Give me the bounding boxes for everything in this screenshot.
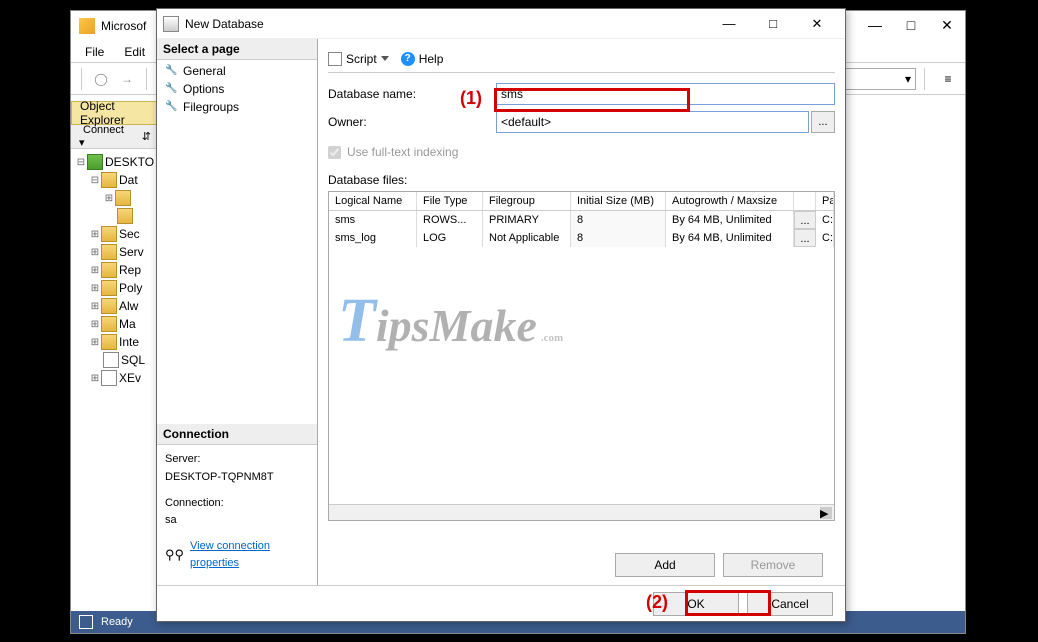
- autogrowth-edit-button[interactable]: ...: [794, 229, 816, 247]
- tree-server-objects[interactable]: Serv: [119, 245, 144, 259]
- col-logical-name[interactable]: Logical Name: [329, 192, 417, 210]
- sql-agent-icon: [103, 352, 119, 368]
- dialog-title: New Database: [185, 17, 707, 31]
- folder-icon: [101, 280, 117, 296]
- col-initial-size[interactable]: Initial Size (MB): [571, 192, 666, 210]
- dialog-titlebar: New Database — □ ✕: [157, 9, 845, 39]
- status-icon: [79, 615, 93, 629]
- close-button[interactable]: ✕: [929, 11, 965, 39]
- minimize-button[interactable]: —: [857, 11, 893, 39]
- menu-file[interactable]: File: [77, 43, 112, 61]
- nav-back-button[interactable]: ◯: [90, 68, 112, 90]
- table-row[interactable]: sms ROWS... PRIMARY 8 By 64 MB, Unlimite…: [329, 211, 834, 229]
- expander-icon[interactable]: ⊟: [75, 157, 87, 168]
- database-name-input[interactable]: [496, 83, 835, 105]
- owner-label: Owner:: [328, 115, 496, 129]
- folder-icon: [101, 262, 117, 278]
- new-database-dialog: New Database — □ ✕ Select a page General…: [156, 8, 846, 622]
- col-path[interactable]: Pa: [816, 192, 834, 210]
- explorer-tb-btn[interactable]: ⇵: [138, 128, 155, 145]
- sidebar-item-general[interactable]: General: [157, 62, 317, 80]
- nav-fwd-button[interactable]: →: [116, 68, 138, 90]
- chevron-down-icon[interactable]: [381, 56, 389, 61]
- tree-management[interactable]: Ma: [119, 317, 136, 331]
- owner-input[interactable]: [496, 111, 809, 133]
- dialog-minimize-button[interactable]: —: [707, 10, 751, 38]
- tree-alwayson[interactable]: Alw: [119, 299, 138, 313]
- app-logo-icon: [79, 18, 95, 34]
- owner-browse-button[interactable]: ...: [811, 111, 835, 133]
- people-icon: ⚲⚲: [165, 545, 184, 566]
- object-explorer-toolbar: Connect ▾ ⇵: [71, 125, 159, 149]
- menu-edit[interactable]: Edit: [116, 43, 153, 61]
- col-filegroup[interactable]: Filegroup: [483, 192, 571, 210]
- connection-value: sa: [165, 512, 309, 530]
- autogrowth-edit-button[interactable]: ...: [794, 211, 816, 229]
- wrench-icon: [163, 99, 180, 116]
- scroll-thumb[interactable]: ▶: [820, 507, 832, 519]
- folder-icon: [101, 226, 117, 242]
- script-icon: [328, 52, 342, 66]
- server-label: Server:: [165, 451, 309, 469]
- select-page-header: Select a page: [157, 39, 317, 60]
- connection-label: Connection:: [165, 495, 309, 513]
- cancel-button[interactable]: Cancel: [747, 592, 833, 616]
- folder-icon: [101, 172, 117, 188]
- dialog-sidebar: Select a page General Options Filegroups…: [157, 39, 318, 585]
- wrench-icon: [163, 63, 180, 80]
- dialog-footer: OK Cancel: [157, 585, 845, 621]
- horizontal-scrollbar[interactable]: ▶: [329, 504, 834, 520]
- annotation-1: (1): [460, 88, 482, 109]
- add-button[interactable]: Add: [615, 553, 715, 577]
- wrench-icon: [163, 81, 180, 98]
- help-button[interactable]: Help: [419, 52, 444, 66]
- toggle-sidebar-icon[interactable]: ≡: [937, 68, 959, 90]
- server-icon: [87, 154, 103, 170]
- folder-icon: [101, 316, 117, 332]
- fulltext-checkbox: [328, 146, 341, 159]
- database-files-table: Logical Name File Type Filegroup Initial…: [328, 191, 835, 521]
- connect-dropdown[interactable]: Connect ▾: [75, 122, 136, 151]
- table-row[interactable]: sms_log LOG Not Applicable 8 By 64 MB, U…: [329, 229, 834, 247]
- folder-icon: [101, 244, 117, 260]
- database-icon: [117, 208, 133, 224]
- dialog-close-button[interactable]: ✕: [795, 10, 839, 38]
- folder-icon: [101, 334, 117, 350]
- tree-security[interactable]: Sec: [119, 227, 140, 241]
- maximize-button[interactable]: □: [893, 11, 929, 39]
- annotation-2: (2): [646, 592, 668, 613]
- dialog-icon: [163, 16, 179, 32]
- tree-sqlagent[interactable]: SQL: [121, 353, 145, 367]
- folder-icon: [115, 190, 131, 206]
- remove-button: Remove: [723, 553, 823, 577]
- dialog-main-panel: Script ? Help Database name: Owner: ... …: [318, 39, 845, 585]
- tree-server[interactable]: DESKTO: [105, 155, 154, 169]
- table-header-row: Logical Name File Type Filegroup Initial…: [329, 192, 834, 211]
- folder-icon: [101, 298, 117, 314]
- script-button[interactable]: Script: [346, 52, 377, 66]
- connection-header: Connection: [157, 424, 317, 445]
- col-autogrowth[interactable]: Autogrowth / Maxsize: [666, 192, 794, 210]
- tree-integration[interactable]: Inte: [119, 335, 139, 349]
- xevent-icon: [101, 370, 117, 386]
- tree-xevent[interactable]: XEv: [119, 371, 141, 385]
- fulltext-label: Use full-text indexing: [347, 145, 458, 159]
- dialog-toolbar: Script ? Help: [328, 45, 835, 73]
- tree-replication[interactable]: Rep: [119, 263, 141, 277]
- database-files-label: Database files:: [328, 173, 835, 187]
- tree-polybase[interactable]: Poly: [119, 281, 142, 295]
- dialog-maximize-button[interactable]: □: [751, 10, 795, 38]
- tree-databases[interactable]: Dat: [119, 173, 138, 187]
- sidebar-item-options[interactable]: Options: [157, 80, 317, 98]
- status-text: Ready: [101, 616, 133, 628]
- col-file-type[interactable]: File Type: [417, 192, 483, 210]
- server-value: DESKTOP-TQPNM8T: [165, 469, 309, 487]
- help-icon: ?: [401, 52, 415, 66]
- sidebar-item-filegroups[interactable]: Filegroups: [157, 98, 317, 116]
- view-connection-properties-link[interactable]: View connection properties: [190, 538, 309, 573]
